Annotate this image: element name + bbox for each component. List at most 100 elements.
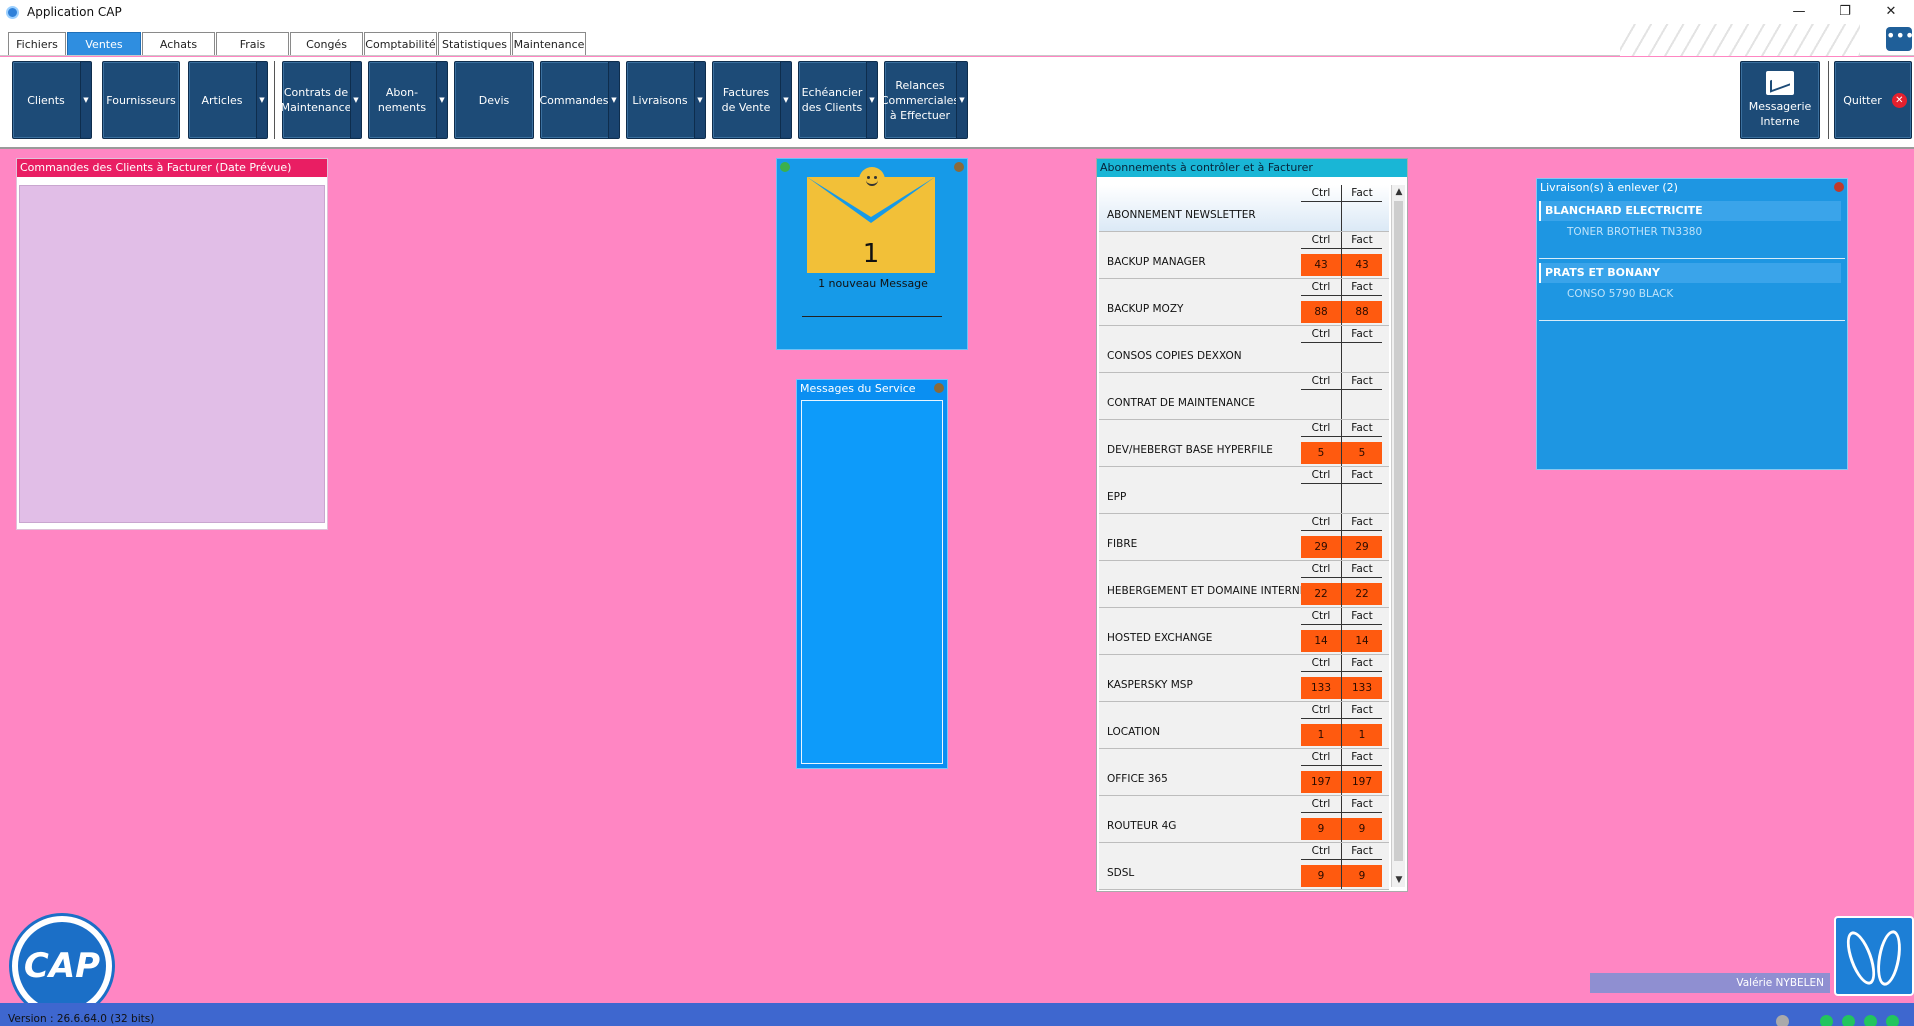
- ctrl-header: Ctrl: [1301, 610, 1341, 625]
- abonnement-row[interactable]: Ctrl Fact KASPERSKY MSP 133 133: [1099, 655, 1389, 702]
- fact-header: Fact: [1342, 845, 1382, 860]
- abonnement-name: FIBRE: [1107, 538, 1138, 550]
- fact-value: 43: [1342, 254, 1382, 276]
- abonnement-row[interactable]: Ctrl Fact EPP: [1099, 467, 1389, 514]
- articles-button[interactable]: Articles ▼: [188, 61, 268, 139]
- tab-frais[interactable]: Frais: [216, 32, 289, 55]
- fact-header: Fact: [1342, 516, 1382, 531]
- abonnement-row[interactable]: Ctrl Fact CONSOS COPIES DEXXON: [1099, 326, 1389, 373]
- commandes-button[interactable]: Commandes ▼: [539, 61, 620, 139]
- abonnement-row[interactable]: Ctrl Fact HOSTED EXCHANGE 14 14: [1099, 608, 1389, 655]
- fact-value: 29: [1342, 536, 1382, 558]
- tab-comptabilite[interactable]: Comptabilité: [364, 32, 437, 55]
- messages-service-title: Messages du Service: [797, 380, 947, 398]
- message-count: 1: [862, 239, 880, 269]
- mascot-icon[interactable]: [1834, 916, 1914, 996]
- commandes-list[interactable]: [19, 185, 325, 523]
- ctrl-header: Ctrl: [1301, 328, 1341, 343]
- devis-button[interactable]: Devis: [454, 61, 534, 139]
- abonnement-row[interactable]: Ctrl Fact BACKUP MOZY 88 88: [1099, 279, 1389, 326]
- close-dot-icon[interactable]: [1834, 182, 1844, 192]
- decorative-stripes: [1620, 24, 1860, 56]
- tab-maintenance[interactable]: Maintenance: [512, 32, 586, 55]
- dropdown-arrow-icon[interactable]: ▼: [956, 62, 967, 138]
- abonnement-row[interactable]: Ctrl Fact ABONNEMENT NEWSLETTER: [1099, 185, 1389, 232]
- abonnements-button[interactable]: Abon- nements ▼: [368, 61, 448, 139]
- status-indicator-icon: [1842, 1015, 1855, 1026]
- restore-button[interactable]: ❐: [1822, 0, 1868, 22]
- scroll-down-icon[interactable]: ▼: [1392, 873, 1406, 887]
- fournisseurs-button[interactable]: Fournisseurs: [102, 61, 180, 139]
- abonnement-row[interactable]: Ctrl Fact CONTRAT DE MAINTENANCE: [1099, 373, 1389, 420]
- status-bar: [0, 1003, 1914, 1026]
- dropdown-arrow-icon[interactable]: ▼: [436, 62, 447, 138]
- ribbon-separator: [274, 61, 275, 139]
- factures-label: Factures de Vente: [721, 86, 771, 114]
- tab-fichiers[interactable]: Fichiers: [8, 32, 66, 55]
- dropdown-arrow-icon[interactable]: ▼: [350, 62, 361, 138]
- relances-button[interactable]: Relances Commerciales à Effectuer ▼: [881, 61, 968, 139]
- livraisons-label: Livraisons: [632, 93, 688, 107]
- dropdown-arrow-icon[interactable]: ▼: [608, 62, 619, 138]
- messages-service-list[interactable]: [801, 400, 943, 764]
- messagerie-label: Messagerie Interne: [1748, 100, 1812, 128]
- livraison-item[interactable]: PRATS ET BONANY CONSO 5790 BLACK: [1539, 263, 1845, 321]
- scroll-up-icon[interactable]: ▲: [1392, 185, 1406, 199]
- ctrl-value: 43: [1301, 254, 1341, 276]
- ctrl-value: 1: [1301, 724, 1341, 746]
- dropdown-arrow-icon[interactable]: ▼: [80, 62, 91, 138]
- livraison-item[interactable]: BLANCHARD ELECTRICITE TONER BROTHER TN33…: [1539, 201, 1845, 259]
- fact-header: Fact: [1342, 422, 1382, 437]
- scrollbar[interactable]: ▲ ▼: [1391, 185, 1405, 887]
- tab-conges[interactable]: Congés: [290, 32, 363, 55]
- ctrl-value: 133: [1301, 677, 1341, 699]
- main-tabs: Fichiers Ventes Achats Frais Congés Comp…: [8, 32, 587, 55]
- abonnement-row[interactable]: Ctrl Fact DEV/HEBERGT BASE HYPERFILE 5 5: [1099, 420, 1389, 467]
- livraisons-button[interactable]: Livraisons ▼: [626, 61, 706, 139]
- abonnement-name: ROUTEUR 4G: [1107, 820, 1177, 832]
- fact-value: 197: [1342, 771, 1382, 793]
- abonnements-list: Ctrl Fact ABONNEMENT NEWSLETTER Ctrl Fact BAC…: [1099, 185, 1389, 890]
- dropdown-arrow-icon[interactable]: ▼: [780, 62, 791, 138]
- scroll-thumb[interactable]: [1394, 201, 1403, 861]
- fact-header: Fact: [1342, 610, 1382, 625]
- contrats-button[interactable]: Contrats de Maintenance ▼: [281, 61, 362, 139]
- tab-ventes[interactable]: Ventes: [67, 32, 141, 55]
- abonnement-row[interactable]: Ctrl Fact FIBRE 29 29: [1099, 514, 1389, 561]
- new-message-tile[interactable]: 1 1 nouveau Message: [776, 158, 968, 350]
- ctrl-header: Ctrl: [1301, 845, 1341, 860]
- column-divider: [1341, 185, 1342, 231]
- dropdown-arrow-icon[interactable]: ▼: [866, 62, 877, 138]
- livraison-article: CONSO 5790 BLACK: [1567, 288, 1674, 300]
- close-icon: ✕: [1891, 92, 1907, 108]
- echeancier-button[interactable]: Echéancier des Clients ▼: [798, 61, 878, 139]
- abonnement-row[interactable]: Ctrl Fact BACKUP MANAGER 43 43: [1099, 232, 1389, 279]
- abonnement-row[interactable]: Ctrl Fact SDSL 9 9: [1099, 843, 1389, 890]
- abonnement-row[interactable]: Ctrl Fact OFFICE 365 197 197: [1099, 749, 1389, 796]
- abonnement-name: OFFICE 365: [1107, 773, 1168, 785]
- fact-value: 5: [1342, 442, 1382, 464]
- close-dot-icon[interactable]: [934, 383, 944, 393]
- clients-button[interactable]: Clients ▼: [12, 61, 92, 139]
- ctrl-header: Ctrl: [1301, 234, 1341, 249]
- articles-label: Articles: [201, 93, 243, 107]
- abonnement-name: EPP: [1107, 491, 1127, 503]
- quitter-button[interactable]: Quitter ✕: [1834, 61, 1912, 139]
- fact-header: Fact: [1342, 704, 1382, 719]
- abonnement-row[interactable]: Ctrl Fact HEBERGEMENT ET DOMAINE INTERNET 2…: [1099, 561, 1389, 608]
- ribbon-separator: [1828, 61, 1829, 139]
- factures-button[interactable]: Factures de Vente ▼: [712, 61, 792, 139]
- close-button[interactable]: ✕: [1868, 0, 1914, 22]
- minimize-button[interactable]: —: [1776, 0, 1822, 22]
- dropdown-arrow-icon[interactable]: ▼: [256, 62, 267, 138]
- messagerie-button[interactable]: Messagerie Interne: [1740, 61, 1820, 139]
- ctrl-header: Ctrl: [1301, 798, 1341, 813]
- tab-statistiques[interactable]: Statistiques: [438, 32, 511, 55]
- close-dot-icon[interactable]: [954, 162, 964, 172]
- tab-achats[interactable]: Achats: [142, 32, 215, 55]
- dropdown-arrow-icon[interactable]: ▼: [694, 62, 705, 138]
- more-options-button[interactable]: •••: [1886, 27, 1914, 51]
- abonnement-row[interactable]: Ctrl Fact LOCATION 1 1: [1099, 702, 1389, 749]
- abonnements-panel: Abonnements à contrôler et à Facturer Ct…: [1096, 158, 1408, 892]
- abonnement-row[interactable]: Ctrl Fact ROUTEUR 4G 9 9: [1099, 796, 1389, 843]
